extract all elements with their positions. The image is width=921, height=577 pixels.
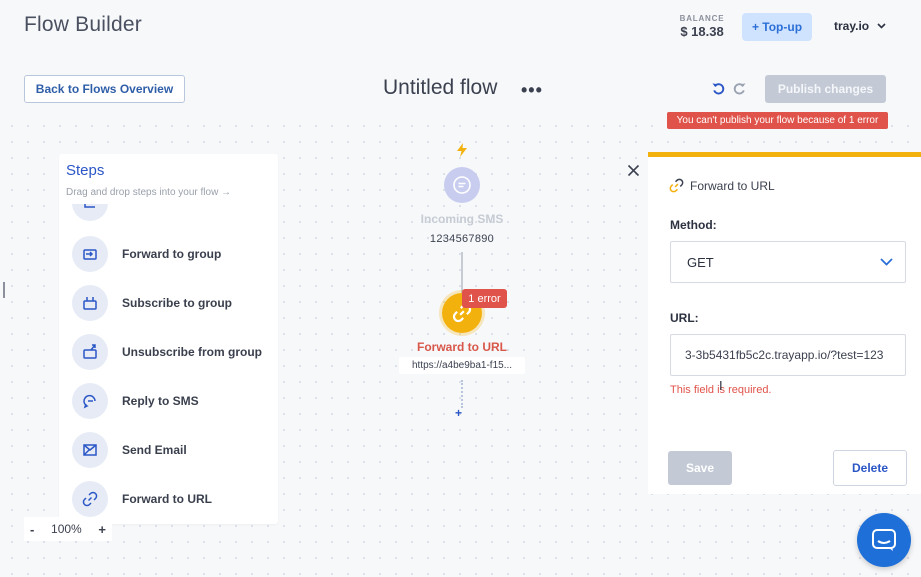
forward-to-url-target: https://a4be9ba1-f15... <box>399 357 525 374</box>
back-to-flows-button[interactable]: Back to Flows Overview <box>24 75 185 103</box>
step-item-unsubscribe-from-group[interactable]: Unsubscribe from group <box>72 334 272 370</box>
url-input[interactable] <box>670 334 906 376</box>
properties-panel: Forward to URL Method: GET URL: This fie… <box>648 152 921 494</box>
account-menu[interactable]: tray.io <box>834 19 886 33</box>
chevron-down-icon <box>877 23 886 29</box>
method-select[interactable]: GET <box>670 241 906 283</box>
chat-icon <box>872 529 896 551</box>
text-cursor-icon: I <box>719 378 723 393</box>
redo-icon[interactable] <box>732 81 747 96</box>
step-label: Forward to URL <box>122 492 212 506</box>
step-item-forward-to-group[interactable]: Forward to group <box>72 236 272 272</box>
step-label: Subscribe to group <box>122 296 233 310</box>
edge-divider <box>3 282 5 298</box>
account-name: tray.io <box>834 19 870 33</box>
reply-sms-icon <box>72 383 108 419</box>
publish-changes-button[interactable]: Publish changes <box>765 75 886 103</box>
error-badge: 1 error <box>462 289 507 308</box>
step-label: Send Email <box>122 443 187 457</box>
balance-value: $ 18.38 <box>680 24 724 39</box>
step-label: Forward to group <box>122 247 222 261</box>
delete-button[interactable]: Delete <box>833 450 907 486</box>
balance-label: BALANCE <box>679 14 725 23</box>
incoming-sms-number: 1234567890 <box>429 233 495 245</box>
step-label: Reply to SMS <box>122 394 199 408</box>
subscribe-group-icon <box>72 285 108 321</box>
send-email-icon <box>72 432 108 468</box>
properties-title: Forward to URL <box>690 178 775 193</box>
flow-connector-dashed <box>461 380 463 408</box>
step-item-send-email[interactable]: Send Email <box>72 432 272 468</box>
save-button[interactable]: Save <box>668 451 732 485</box>
zoom-in-button[interactable]: + <box>98 522 106 537</box>
steps-list[interactable]: Forward to group Subscribe to group Unsu… <box>59 204 278 524</box>
zoom-out-button[interactable]: - <box>30 522 34 537</box>
method-value: GET <box>687 254 714 270</box>
steps-title: Steps <box>66 162 105 179</box>
chat-support-button[interactable] <box>857 513 911 567</box>
forward-group-icon <box>72 236 108 272</box>
close-icon[interactable] <box>627 164 640 177</box>
message-bubble-icon <box>453 176 471 194</box>
steps-subtitle: Drag and drop steps into your flow → <box>66 187 232 198</box>
zoom-control: - 100% + <box>24 517 112 541</box>
step-label: Unsubscribe from group <box>122 345 263 359</box>
url-label: URL: <box>670 311 699 325</box>
add-step-button[interactable]: + <box>455 406 462 420</box>
flow-menu-button[interactable]: ••• <box>521 80 543 101</box>
unsubscribe-group-icon <box>72 334 108 370</box>
chevron-down-icon <box>880 258 893 266</box>
zoom-level: 100% <box>51 522 82 536</box>
properties-header: Forward to URL <box>668 177 775 194</box>
step-item-forward-to-url[interactable]: Forward to URL <box>72 481 272 517</box>
flow-connector <box>461 252 463 294</box>
step-item-reply-to-sms[interactable]: Reply to SMS <box>72 383 272 419</box>
publish-error-banner: You can't publish your flow because of 1… <box>667 112 888 129</box>
step-item-partial[interactable] <box>72 204 272 221</box>
link-icon <box>669 178 684 193</box>
step-icon-partial <box>72 204 108 221</box>
app-title: Flow Builder <box>24 13 142 36</box>
balance-display: BALANCE $ 18.38 <box>672 14 732 39</box>
topup-button[interactable]: + Top-up <box>742 13 812 41</box>
flow-title[interactable]: Untitled flow <box>383 76 497 100</box>
method-label: Method: <box>670 218 717 232</box>
incoming-sms-label: Incoming SMS <box>420 212 504 226</box>
forward-to-url-label: Forward to URL <box>417 340 507 354</box>
undo-icon[interactable] <box>711 81 726 96</box>
link-icon <box>72 481 108 517</box>
lightning-bolt-icon <box>457 143 467 157</box>
step-item-subscribe-to-group[interactable]: Subscribe to group <box>72 285 272 321</box>
incoming-sms-node[interactable] <box>444 167 480 203</box>
steps-panel: Steps Drag and drop steps into your flow… <box>59 154 278 524</box>
